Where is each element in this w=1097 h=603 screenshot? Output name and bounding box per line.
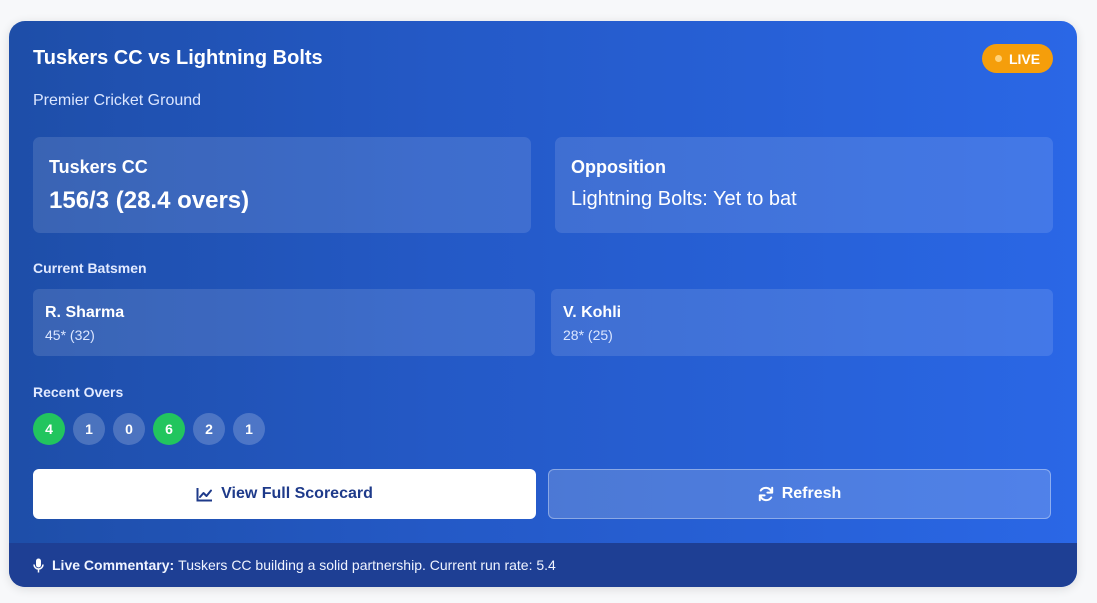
batsman-card: V. Kohli 28* (25) <box>551 289 1053 356</box>
home-team-name: Tuskers CC <box>49 157 148 177</box>
ball-result: 6 <box>153 413 185 445</box>
batsman-name: V. Kohli <box>563 304 622 321</box>
current-batsmen-label: Current Batsmen <box>33 260 147 276</box>
ball-result: 1 <box>73 413 105 445</box>
refresh-button[interactable]: Refresh <box>548 469 1051 519</box>
batsman-card: R. Sharma 45* (32) <box>33 289 535 356</box>
opposition-status: Lightning Bolts: Yet to bat <box>571 188 797 210</box>
ball-result: 0 <box>113 413 145 445</box>
commentary-text: Tuskers CC building a solid partnership.… <box>178 557 556 573</box>
refresh-label: Refresh <box>781 485 842 502</box>
batsman-stats: 28* (25) <box>563 327 613 343</box>
ball-result: 4 <box>33 413 65 445</box>
live-commentary-bar: Live Commentary: Tuskers CC building a s… <box>9 543 1077 587</box>
live-badge: LIVE <box>982 44 1053 73</box>
batsman-name: R. Sharma <box>45 304 125 321</box>
match-title: Tuskers CC vs Lightning Bolts <box>33 47 323 69</box>
ball-result: 1 <box>233 413 265 445</box>
commentary-label: Live Commentary: <box>52 557 175 573</box>
microphone-icon <box>33 558 44 573</box>
live-badge-label: LIVE <box>1008 50 1041 67</box>
recent-overs-label: Recent Overs <box>33 384 124 400</box>
ball-result: 2 <box>193 413 225 445</box>
live-dot-icon <box>994 55 1002 62</box>
batsman-stats: 45* (32) <box>45 327 95 343</box>
recent-overs-balls: 4 1 0 6 2 1 <box>33 413 273 445</box>
home-team-panel: Tuskers CC 156/3 (28.4 overs) <box>33 137 531 233</box>
opposition-panel: Opposition Lightning Bolts: Yet to bat <box>555 137 1053 233</box>
home-team-score: 156/3 (28.4 overs) <box>49 187 250 214</box>
venue: Premier Cricket Ground <box>33 92 202 109</box>
opposition-label: Opposition <box>571 157 666 177</box>
match-card: Tuskers CC vs Lightning Bolts LIVE Premi… <box>9 21 1077 587</box>
view-scorecard-button[interactable]: View Full Scorecard <box>33 469 536 519</box>
refresh-icon <box>758 486 773 502</box>
view-scorecard-label: View Full Scorecard <box>221 485 373 502</box>
chart-line-icon <box>196 487 213 501</box>
